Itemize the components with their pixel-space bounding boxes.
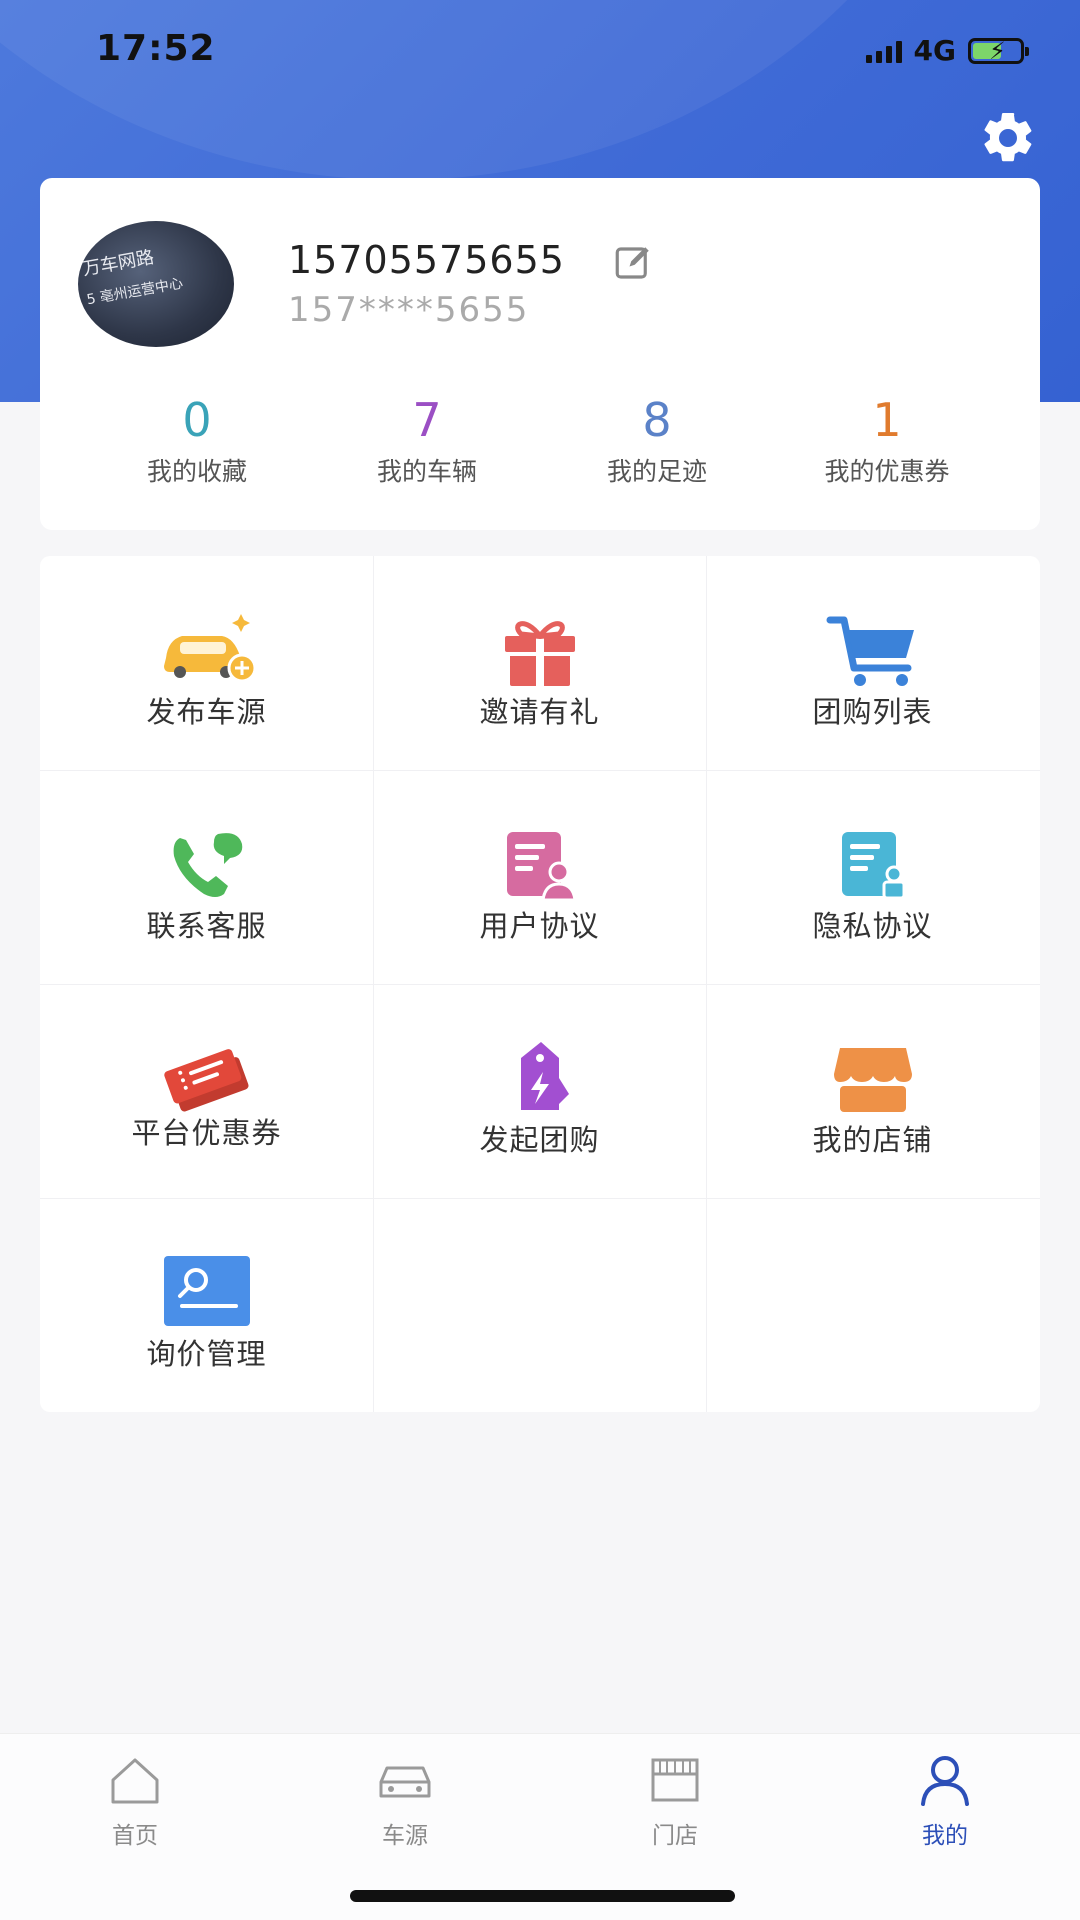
menu-platform-coupon[interactable]: 平台优惠券 — [40, 984, 373, 1198]
menu-label: 邀请有礼 — [479, 695, 600, 729]
search-card-icon — [163, 1256, 250, 1326]
home-icon — [111, 1758, 159, 1804]
stat-label: 我的收藏 — [146, 457, 247, 486]
stats-row: 0 我的收藏 7 我的车辆 8 我的足迹 1 我的优惠券 — [40, 392, 1040, 512]
menu-label: 询价管理 — [146, 1337, 267, 1371]
tab-label: 车源 — [382, 1823, 428, 1849]
menu-publish-car[interactable]: 发布车源 — [40, 556, 373, 770]
menu-start-group-buy[interactable]: 发起团购 — [373, 984, 706, 1198]
tag-lightning-icon — [520, 1042, 569, 1110]
menu-label: 我的店铺 — [812, 1123, 933, 1157]
menu-label: 用户协议 — [479, 909, 600, 943]
menu-label: 平台优惠券 — [131, 1116, 282, 1150]
privacy-doc-icon — [841, 832, 905, 900]
stat-label: 我的足迹 — [606, 457, 707, 486]
settings-gear-icon[interactable] — [978, 108, 1038, 168]
stat-favorites[interactable]: 0 我的收藏 — [82, 392, 312, 488]
menu-label: 联系客服 — [146, 909, 267, 943]
car-icon — [379, 1766, 431, 1798]
edit-icon[interactable] — [612, 242, 654, 284]
car-add-icon — [163, 614, 256, 683]
tab-store[interactable]: 门店 — [540, 1734, 810, 1864]
menu-grid: 发布车源 邀请有礼 团购列表 联系客服 用户协议 隐私协议 平台优惠券 发起团购… — [40, 556, 1040, 1412]
menu-inquiry-management[interactable]: 询价管理 — [40, 1198, 373, 1412]
stat-label: 我的车辆 — [376, 457, 477, 486]
cart-icon — [826, 616, 914, 686]
coupon-icon — [163, 1049, 249, 1112]
stat-value: 1 — [872, 393, 902, 447]
gift-icon — [504, 621, 575, 686]
user-doc-icon — [506, 832, 577, 902]
stat-value: 0 — [182, 393, 212, 447]
battery-icon: ⚡ — [968, 37, 1029, 65]
menu-my-store[interactable]: 我的店铺 — [706, 984, 1039, 1198]
stat-label: 我的优惠券 — [824, 457, 950, 486]
shop-icon — [651, 1758, 699, 1802]
tab-label: 首页 — [112, 1823, 158, 1849]
menu-user-agreement[interactable]: 用户协议 — [373, 770, 706, 984]
status-bar: 17:52 4G ⚡ — [0, 0, 1080, 100]
stat-vehicles[interactable]: 7 我的车辆 — [312, 392, 542, 488]
phone-chat-icon — [173, 833, 242, 897]
stat-value: 7 — [412, 393, 442, 447]
menu-contact-service[interactable]: 联系客服 — [40, 770, 373, 984]
stat-coupons[interactable]: 1 我的优惠券 — [772, 392, 1002, 488]
tab-home[interactable]: 首页 — [0, 1734, 270, 1864]
tab-car-source[interactable]: 车源 — [270, 1734, 540, 1864]
user-icon — [921, 1756, 969, 1806]
tab-mine[interactable]: 我的 — [810, 1734, 1080, 1864]
menu-label: 隐私协议 — [812, 909, 933, 943]
network-type: 4G — [913, 34, 956, 67]
tab-label: 门店 — [652, 1823, 698, 1849]
menu-label: 团购列表 — [812, 695, 933, 729]
username-phone: 15705575655 — [288, 238, 565, 282]
stat-history[interactable]: 8 我的足迹 — [542, 392, 772, 488]
status-time: 17:52 — [96, 28, 216, 69]
menu-invite-gift[interactable]: 邀请有礼 — [373, 556, 706, 770]
home-indicator — [350, 1890, 735, 1902]
avatar[interactable]: 万车网路 5 亳州运营中心 — [78, 221, 234, 347]
store-icon — [833, 1048, 912, 1112]
signal-icon — [865, 39, 902, 63]
menu-label: 发起团购 — [479, 1123, 600, 1157]
profile-card: 万车网路 5 亳州运营中心 15705575655 157****5655 0 … — [40, 178, 1040, 530]
menu-privacy-agreement[interactable]: 隐私协议 — [706, 770, 1039, 984]
tab-label: 我的 — [922, 1823, 968, 1849]
menu-group-buy-list[interactable]: 团购列表 — [706, 556, 1039, 770]
stat-value: 8 — [642, 393, 672, 447]
masked-phone: 157****5655 — [288, 290, 530, 330]
menu-label: 发布车源 — [146, 695, 267, 729]
avatar-text: 万车网路 — [80, 246, 156, 281]
